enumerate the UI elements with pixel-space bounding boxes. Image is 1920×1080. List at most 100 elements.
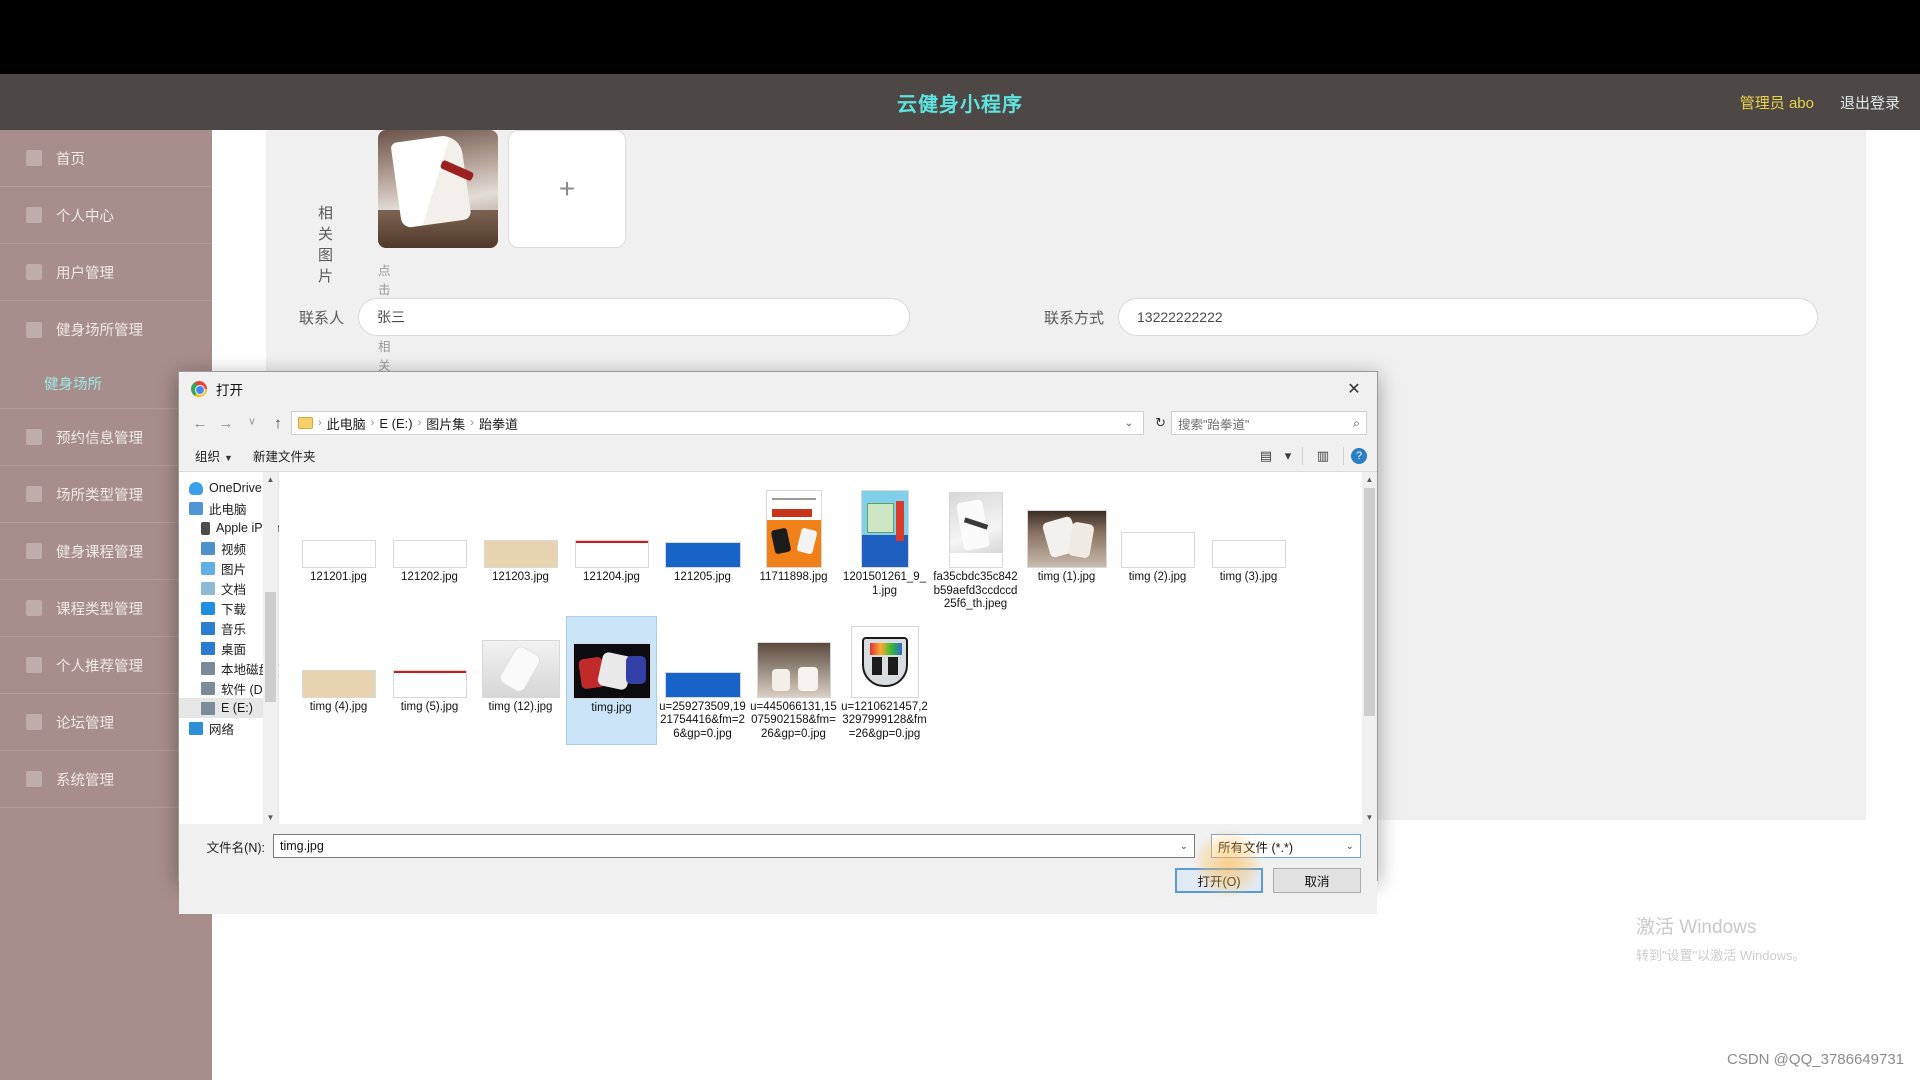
user-icon — [26, 207, 42, 223]
chevron-down-icon[interactable]: ▾ — [1281, 445, 1295, 467]
calendar-icon — [26, 429, 42, 445]
file-item[interactable]: 121204.jpg — [566, 486, 657, 616]
dialog-titlebar: 打开 ✕ — [179, 372, 1377, 406]
sidebar-item-label: 课程类型管理 — [56, 601, 143, 618]
sidebar-item-profile[interactable]: 个人中心 — [0, 187, 212, 244]
list-icon — [26, 600, 42, 616]
cloud-icon — [189, 481, 203, 495]
organize-button[interactable]: 组织 ▼ — [189, 446, 247, 465]
file-thumbnail — [1024, 489, 1110, 567]
scroll-up-icon[interactable]: ▲ — [1362, 472, 1377, 486]
desktop-icon — [201, 641, 215, 655]
file-item[interactable]: timg (12).jpg — [475, 616, 566, 746]
file-item[interactable]: timg (4).jpg — [293, 616, 384, 746]
users-icon — [26, 264, 42, 280]
thumb-figure — [390, 133, 472, 229]
tree-scrollbar[interactable]: ▲ ▼ — [263, 472, 278, 824]
cancel-button[interactable]: 取消 — [1273, 868, 1361, 893]
breadcrumb-item[interactable]: 跆拳道 — [479, 414, 518, 433]
filename-label: 文件名(N): — [206, 840, 265, 855]
breadcrumb-item[interactable]: 图片集 — [426, 414, 465, 433]
sidebar-item-label: 个人推荐管理 — [56, 658, 143, 675]
file-item[interactable]: timg (2).jpg — [1112, 486, 1203, 616]
close-icon[interactable]: ✕ — [1331, 372, 1377, 406]
sidebar-item-label: 个人中心 — [56, 208, 114, 225]
tree-item-label: 视频 — [221, 542, 247, 557]
forum-icon — [26, 714, 42, 730]
tree-item-label: E (E:) — [221, 701, 253, 715]
new-folder-button[interactable]: 新建文件夹 — [247, 446, 330, 465]
file-item[interactable]: 11711898.jpg — [748, 486, 839, 616]
file-item[interactable]: u=445066131,15075902158&fm=26&gp=0.jpg — [748, 616, 839, 746]
file-item[interactable]: u=1210621457,23297999128&fm=26&gp=0.jpg — [839, 616, 930, 746]
thumbnail-art — [484, 541, 557, 567]
dialog-title: 打开 — [216, 383, 243, 398]
contact-phone-input[interactable]: 13222222222 — [1118, 298, 1818, 336]
scrollbar-thumb[interactable] — [265, 592, 276, 702]
scrollbar-thumb[interactable] — [1364, 488, 1375, 716]
scroll-up-icon[interactable]: ▲ — [263, 472, 278, 486]
organize-label: 组织 — [195, 450, 221, 464]
file-thumbnail — [1115, 489, 1201, 567]
help-icon[interactable]: ? — [1351, 447, 1367, 464]
sidebar-item-label: 健身场所管理 — [56, 323, 143, 339]
chevron-down-icon[interactable]: ⌄ — [1125, 418, 1137, 429]
sidebar-item-venue-management[interactable]: 健身场所管理 — [0, 301, 212, 358]
view-options-icon[interactable]: ▤ — [1253, 445, 1279, 467]
file-item[interactable]: 1201501261_9_1.jpg — [839, 486, 930, 616]
tree-item-label: 桌面 — [221, 642, 247, 657]
tree-item-label: 网络 — [209, 722, 235, 737]
uploaded-image-thumbnail[interactable] — [378, 130, 498, 248]
recent-locations-icon[interactable]: ᵛ — [239, 410, 265, 436]
tree-item-label: 图片 — [221, 562, 247, 577]
windows-activation-watermark: 激活 Windows 转到"设置"以激活 Windows。 — [1636, 912, 1806, 964]
file-item[interactable]: 121202.jpg — [384, 486, 475, 616]
scroll-down-icon[interactable]: ▼ — [263, 810, 278, 824]
file-item[interactable]: timg (1).jpg — [1021, 486, 1112, 616]
file-item[interactable]: 121205.jpg — [657, 486, 748, 616]
open-button[interactable]: 打开(O) — [1175, 868, 1263, 893]
file-item[interactable]: u=259273509,1921754416&fm=26&gp=0.jpg — [657, 616, 748, 746]
file-item[interactable]: timg (5).jpg — [384, 616, 475, 746]
breadcrumb-item[interactable]: 此电脑 — [327, 414, 366, 433]
logout-link[interactable]: 退出登录 — [1840, 92, 1900, 113]
filetype-select[interactable]: 所有文件 (*.*) ⌄ — [1211, 834, 1361, 858]
file-item[interactable]: 121201.jpg — [293, 486, 384, 616]
file-item[interactable]: 121203.jpg — [475, 486, 566, 616]
back-arrow-icon[interactable]: ← — [187, 410, 213, 436]
contact-person-row: 联系人 张三 — [262, 298, 922, 336]
file-thumbnail — [569, 489, 655, 567]
forward-arrow-icon[interactable]: → — [213, 410, 239, 436]
sidebar-item-label: 系统管理 — [56, 772, 114, 789]
refresh-icon[interactable]: ↻ — [1150, 415, 1171, 431]
file-item[interactable]: fa35cbdc35c842b59aefd3ccdccd25f6_th.jpeg — [930, 486, 1021, 616]
file-grid-scrollbar[interactable]: ▲ ▼ — [1362, 472, 1377, 824]
preview-pane-icon[interactable]: ▥ — [1310, 445, 1336, 467]
sidebar-item-label: 首页 — [56, 151, 85, 168]
breadcrumb-item[interactable]: E (E:) — [379, 416, 412, 431]
dialog-footer: 文件名(N): timg.jpg ⌄ 所有文件 (*.*) ⌄ 打开(O) 取消 — [179, 824, 1377, 914]
chevron-down-icon[interactable]: ⌄ — [1180, 841, 1188, 852]
file-thumbnail — [387, 489, 473, 567]
folder-icon — [298, 417, 313, 429]
sidebar-item-user-management[interactable]: 用户管理 — [0, 244, 212, 301]
file-item[interactable]: timg (3).jpg — [1203, 486, 1294, 616]
up-arrow-icon[interactable]: ↑ — [265, 410, 291, 436]
disk-icon — [201, 681, 215, 695]
filename-input[interactable]: timg.jpg ⌄ — [273, 834, 1195, 858]
header-user-area: 管理员 abo 退出登录 — [1740, 92, 1900, 113]
file-thumbnail — [933, 489, 1019, 567]
chevron-down-icon: ▼ — [224, 453, 233, 463]
sidebar-item-home[interactable]: 首页 — [0, 130, 212, 187]
thumbnail-art — [302, 541, 375, 567]
file-thumbnail — [296, 489, 382, 567]
add-image-button[interactable]: + — [508, 130, 626, 248]
file-name: 1201501261_9_1.jpg — [842, 571, 927, 597]
search-input[interactable]: 搜索"跆拳道" ⌕ — [1171, 411, 1367, 435]
contact-person-input[interactable]: 张三 — [358, 298, 910, 336]
file-item-selected[interactable]: timg.jpg — [566, 615, 657, 745]
thumbnail-art — [861, 491, 908, 567]
network-icon — [189, 721, 203, 735]
scroll-down-icon[interactable]: ▼ — [1362, 810, 1377, 824]
breadcrumb[interactable]: › 此电脑 › E (E:) › 图片集 › 跆拳道 ⌄ — [291, 411, 1145, 435]
